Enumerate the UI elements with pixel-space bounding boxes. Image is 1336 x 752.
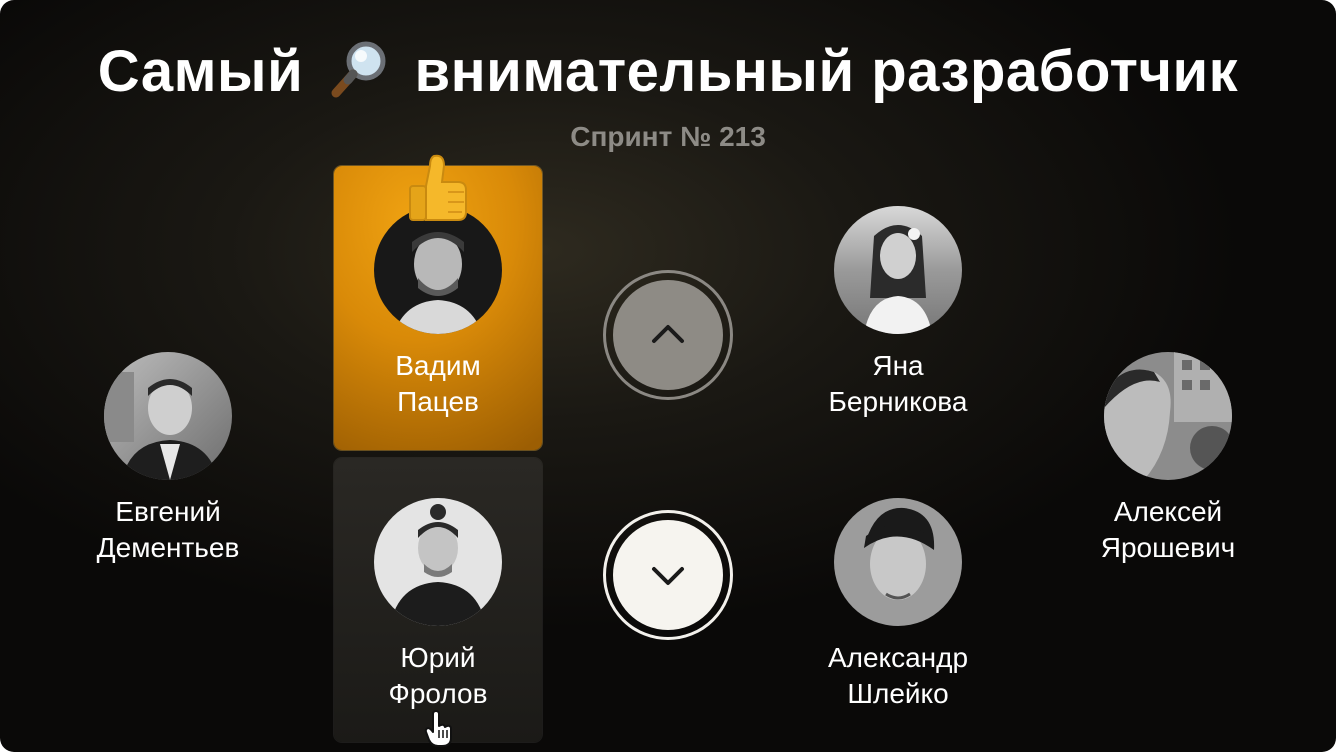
vote-down-button[interactable] [603,510,733,640]
candidate-vadim[interactable]: Вадим Пацев [318,206,558,420]
candidate-name: Юрий Фролов [388,642,488,709]
candidate-evgeniy[interactable]: Евгений Дементьев [48,352,288,566]
candidate-aleksey[interactable]: Алексей Ярошевич [1048,352,1288,566]
title-part-2: внимательный разработчик [414,39,1239,104]
sprint-subtitle: Спринт № 213 [570,121,766,152]
candidate-name: Вадим Пацев [395,350,481,417]
chevron-up-icon [652,325,684,343]
hand-cursor-icon [424,710,452,747]
chevron-down-icon [652,567,684,585]
candidate-name: Евгений Дементьев [96,496,240,563]
candidate-yana[interactable]: Яна Берникова [778,206,1018,420]
title-part-1: Самый [97,39,304,104]
avatar [1104,352,1232,480]
candidate-name: Яна Берникова [828,350,968,417]
thumbs-up-icon [409,154,467,221]
candidate-aleksandr[interactable]: Александр Шлейко [778,498,1018,712]
avatar [374,498,502,626]
candidate-name: Алексей Ярошевич [1100,496,1236,563]
vote-up-button[interactable] [603,270,733,400]
leaders-slide: Самый внимательный разработчик Спринт № … [0,0,1336,752]
page-title: Самый внимательный разработчик [0,38,1336,106]
candidate-name: Александр Шлейко [827,642,969,709]
avatar [834,206,962,334]
magnifying-glass-icon [331,41,386,98]
avatar [104,352,232,480]
candidate-yuriy[interactable]: Юрий Фролов [318,498,558,712]
avatar [834,498,962,626]
avatar [374,206,502,334]
